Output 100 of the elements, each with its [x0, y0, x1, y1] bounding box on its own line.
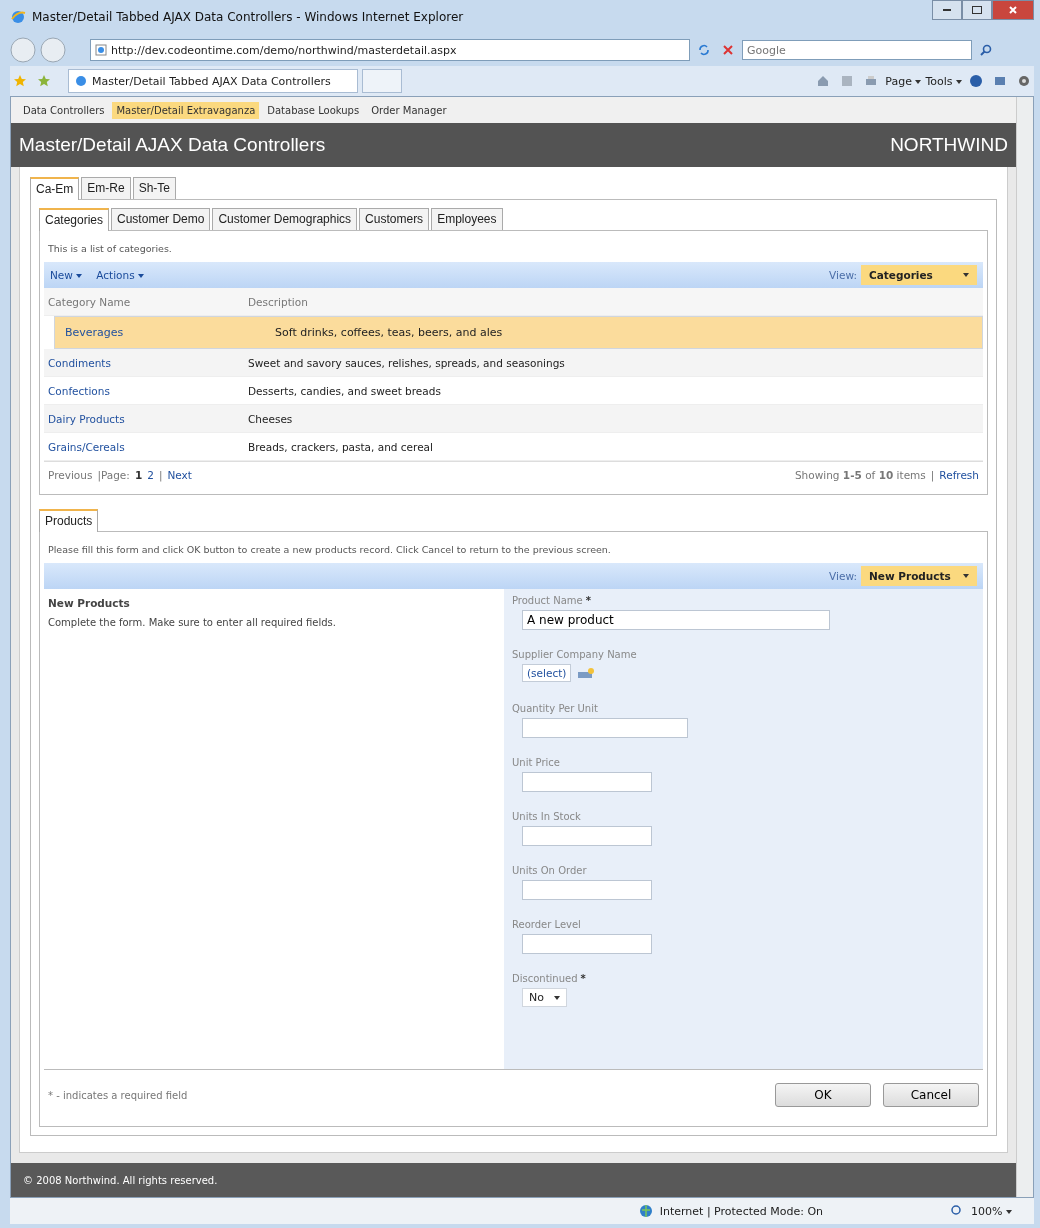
category-link[interactable]: Beverages [61, 326, 265, 339]
toolbar-menu[interactable]: Tools [925, 74, 962, 88]
close-icon [1008, 5, 1018, 15]
caret-icon [963, 273, 969, 277]
separator: | [930, 469, 935, 481]
input-field[interactable]: A new product [522, 610, 830, 630]
category-link[interactable]: Condiments [44, 356, 248, 369]
action-menu[interactable]: Actions [96, 269, 144, 281]
search-field[interactable]: Google [742, 40, 972, 60]
new-tab-button[interactable] [362, 69, 402, 93]
tab[interactable]: Em-Re [81, 177, 131, 199]
column-header[interactable]: Category Name [44, 295, 248, 308]
scrollbar[interactable] [1016, 97, 1033, 1197]
view-selector[interactable]: Categories [861, 265, 977, 285]
refresh-icon[interactable] [697, 43, 711, 57]
form-title: New Products [48, 597, 131, 609]
next-link[interactable]: Next [167, 469, 192, 481]
favorites-star-icon[interactable] [13, 74, 27, 88]
close-button[interactable] [992, 0, 1034, 20]
add-favorite-icon[interactable] [37, 74, 51, 88]
tab[interactable]: Customer Demo [111, 208, 211, 230]
globe-icon [638, 1204, 653, 1218]
table-cell-text: Desserts, candies, and sweet breads [248, 384, 442, 397]
stop-icon[interactable] [721, 43, 735, 57]
page-label: |Page: [97, 469, 130, 481]
caret-icon [963, 574, 969, 578]
browser-tab[interactable]: Master/Detail Tabbed AJAX Data Controllers [68, 69, 358, 93]
brand-name: NORTHWIND [890, 134, 1008, 156]
caret-icon [915, 79, 922, 84]
settings-icon[interactable] [1017, 74, 1031, 88]
form-button[interactable]: Cancel [883, 1083, 979, 1107]
search-icon[interactable] [979, 43, 993, 57]
menu-item[interactable]: Master/Detail Extravaganza [112, 101, 260, 119]
input-field[interactable] [522, 934, 652, 954]
action-menu[interactable]: New [50, 269, 83, 281]
page-link[interactable]: 1 [134, 469, 143, 481]
table-row[interactable]: Dairy Products Cheeses [44, 405, 983, 433]
home-icon[interactable] [816, 74, 831, 88]
required-mark: * [580, 973, 586, 984]
page-title: Master/Detail AJAX Data Controllers [19, 134, 327, 156]
menu-item[interactable]: Database Lookups [263, 101, 364, 119]
caret-icon [1006, 1209, 1012, 1214]
caret-icon [553, 995, 560, 1000]
table-row[interactable]: Beverages Soft drinks, coffees, teas, beers, and ales [54, 316, 983, 349]
maximize-button[interactable] [962, 0, 992, 20]
page-icon [95, 44, 107, 56]
table-cell-text: Soft drinks, coffees, teas, beers, and ales [275, 326, 504, 339]
list-description: This is a list of categories. [47, 242, 173, 256]
field-label: Units In Stock [512, 811, 581, 822]
table-row[interactable]: Condiments Sweet and savory sauces, relishes, spreads, and seasonings [44, 349, 983, 377]
input-field[interactable] [522, 826, 652, 846]
caret-icon [137, 274, 144, 278]
tab[interactable]: Customer Demographics [212, 208, 358, 230]
required-mark: * [585, 595, 591, 606]
view-selector[interactable]: New Products [861, 566, 977, 586]
lookup-link[interactable]: (select) [522, 664, 572, 682]
window-title: Master/Detail Tabbed AJAX Data Controllers - Windows Internet Explorer [32, 10, 464, 24]
new-record-icon[interactable] [577, 667, 596, 679]
tab[interactable]: Customers [359, 208, 430, 230]
tab[interactable]: Products [39, 509, 99, 532]
category-link[interactable]: Confections [44, 384, 248, 397]
toolbar-menu[interactable]: Page [885, 74, 922, 88]
form-instruction: Please fill this form and click OK button to create a new products record. Click Cancel to return to the previous screen. [47, 543, 612, 557]
caret-icon [956, 79, 962, 84]
tab[interactable]: Ca-Em [30, 177, 80, 200]
field-label: Supplier Company Name [512, 649, 637, 660]
view-label: View: [829, 269, 857, 281]
page-icon [75, 75, 87, 87]
minimize-button[interactable] [932, 0, 962, 20]
address-field[interactable]: http://dev.codeontime.com/demo/northwind/masterdetail.aspx [90, 39, 690, 61]
menu-item[interactable]: Data Controllers [19, 101, 109, 119]
tab[interactable]: Employees [431, 208, 503, 230]
table-row[interactable]: Grains/Cereals Breads, crackers, pasta, and cereal [44, 433, 983, 461]
input-field[interactable] [522, 880, 652, 900]
tab[interactable]: Sh-Te [132, 177, 177, 199]
refresh-link[interactable]: Refresh [939, 469, 979, 481]
category-link[interactable]: Dairy Products [44, 412, 248, 425]
print-icon[interactable] [864, 74, 879, 88]
footnote: * - indicates a required field [48, 1089, 188, 1101]
caret-icon [76, 274, 83, 278]
zoom-level[interactable]: 100% [971, 1204, 1012, 1218]
field-label: Unit Price [512, 757, 560, 768]
browser-logo-icon [10, 9, 26, 25]
security-zone[interactable]: Internet | Protected Mode: On [659, 1204, 824, 1218]
page-link[interactable]: 2 [147, 469, 154, 481]
form-subtitle: Complete the form. Make sure to enter all required fields. [48, 617, 337, 628]
dropdown[interactable]: No [522, 988, 567, 1007]
category-link[interactable]: Grains/Cereals [44, 440, 248, 453]
copyright: © 2008 Northwind. All rights reserved. [23, 1174, 218, 1186]
field-label: Product Name [512, 595, 583, 606]
input-field[interactable] [522, 772, 652, 792]
column-header[interactable]: Description [248, 295, 983, 308]
menu-item[interactable]: Order Manager [367, 101, 451, 119]
table-cell-text: Sweet and savory sauces, relishes, spreads, and seasonings [248, 356, 566, 369]
back-button[interactable] [10, 37, 36, 63]
tab[interactable]: Categories [39, 208, 110, 231]
item-count: Showing 1-5 of 10 items [794, 469, 926, 481]
forward-button[interactable] [40, 37, 66, 63]
form-button[interactable]: OK [775, 1083, 871, 1107]
input-field[interactable] [522, 718, 688, 738]
